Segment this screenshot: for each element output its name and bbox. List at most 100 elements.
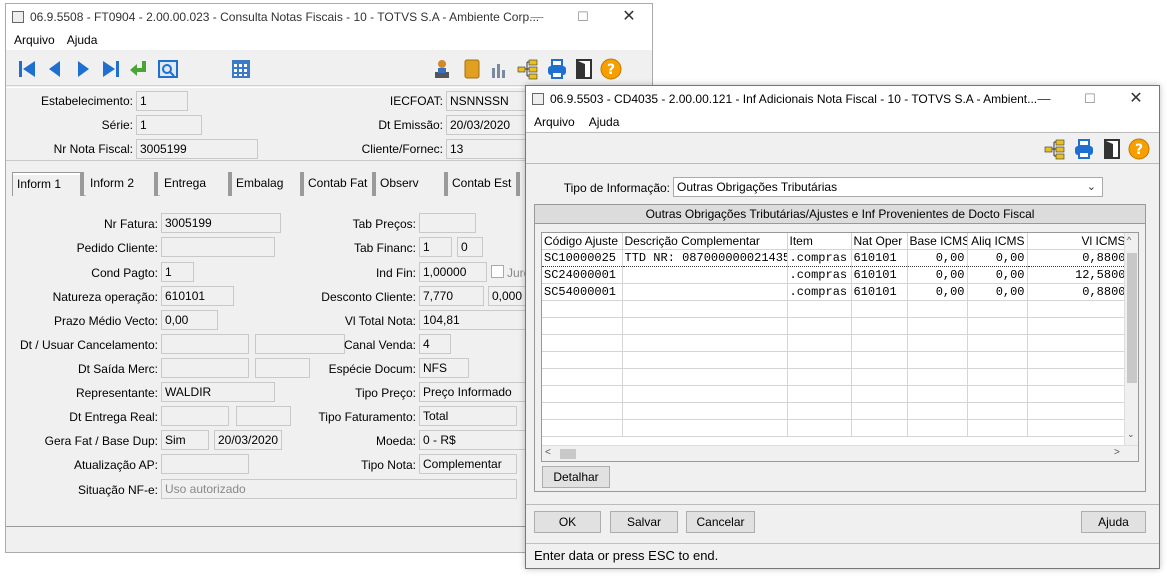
horizontal-scrollbar[interactable]: < > bbox=[542, 445, 1138, 461]
adjustments-grid[interactable]: Código Ajuste Descrição Complementar Ite… bbox=[541, 232, 1139, 462]
juros-checkbox[interactable] bbox=[491, 265, 504, 278]
help-icon[interactable]: ? bbox=[600, 58, 622, 80]
dialog-help-icon[interactable]: ? bbox=[1128, 138, 1150, 160]
table-row[interactable]: SC24000001 .compras 610101 0,00 0,00 12,… bbox=[542, 266, 1129, 284]
ajuda-button[interactable]: Ajuda bbox=[1081, 511, 1146, 533]
close-button[interactable]: ✕ bbox=[606, 4, 652, 30]
tab-precos-field[interactable] bbox=[419, 213, 476, 233]
tab-precos-label: Tab Preços: bbox=[352, 217, 416, 231]
cell-codigo: SC24000001 bbox=[542, 266, 623, 284]
dt-emissao-field[interactable]: 20/03/2020 bbox=[446, 115, 526, 135]
cancelar-button[interactable]: Cancelar bbox=[686, 511, 755, 533]
natureza-field[interactable]: 610101 bbox=[161, 286, 234, 306]
vertical-scrollbar[interactable]: ^ ⌄ bbox=[1124, 233, 1138, 445]
last-record-icon[interactable] bbox=[100, 58, 122, 80]
col-descricao[interactable]: Descrição Complementar bbox=[622, 233, 788, 250]
dialog-menu-ajuda[interactable]: Ajuda bbox=[589, 115, 620, 129]
dialog-close-button[interactable]: ✕ bbox=[1113, 86, 1159, 112]
situacao-field[interactable]: Uso autorizado bbox=[161, 479, 517, 499]
nr-fatura-field[interactable]: 3005199 bbox=[161, 213, 281, 233]
scroll-right-icon[interactable]: > bbox=[1114, 447, 1120, 458]
minimize-button[interactable]: — bbox=[514, 4, 560, 30]
especie-field[interactable]: NFS bbox=[419, 358, 469, 378]
goto-icon[interactable] bbox=[128, 58, 150, 80]
desconto-field[interactable]: 7,770 bbox=[419, 286, 484, 306]
scroll-left-icon[interactable]: < bbox=[545, 447, 551, 458]
col-aliq-icms[interactable]: Aliq ICMS bbox=[967, 233, 1028, 250]
col-nat-oper[interactable]: Nat Oper bbox=[851, 233, 908, 250]
tipo-fat-field[interactable]: Total bbox=[419, 406, 517, 426]
prev-record-icon[interactable] bbox=[44, 58, 66, 80]
tab-inform-2[interactable]: Inform 2 bbox=[86, 172, 158, 196]
pedido-field[interactable] bbox=[161, 237, 275, 257]
col-base-icms[interactable]: Base ICMS bbox=[907, 233, 968, 250]
tab-contab-est[interactable]: Contab Est bbox=[448, 172, 520, 196]
chart-icon[interactable] bbox=[488, 58, 510, 80]
cond-pagto-field[interactable]: 1 bbox=[161, 262, 194, 282]
estabelecimento-field[interactable]: 1 bbox=[136, 91, 188, 111]
cell-descricao bbox=[622, 283, 788, 301]
dialog-minimize-button[interactable]: — bbox=[1021, 86, 1067, 112]
tipo-preco-field[interactable]: Preço Informado bbox=[419, 382, 526, 402]
cliente-field[interactable]: 13 bbox=[446, 139, 526, 159]
report-icon[interactable] bbox=[431, 58, 453, 80]
dialog-menu-arquivo[interactable]: Arquivo bbox=[534, 115, 575, 129]
scroll-down-icon[interactable]: ⌄ bbox=[1127, 429, 1135, 440]
hr-entrega-field[interactable] bbox=[236, 406, 291, 426]
ok-button[interactable]: OK bbox=[534, 511, 601, 533]
serie-field[interactable]: 1 bbox=[136, 115, 202, 135]
col-vl-icms[interactable]: Vl ICMS bbox=[1027, 233, 1129, 250]
tab-contab-fat[interactable]: Contab Fat bbox=[304, 172, 376, 196]
col-item[interactable]: Item bbox=[787, 233, 852, 250]
detalhar-button[interactable]: Detalhar bbox=[542, 466, 610, 488]
atualizacao-label: Atualização AP: bbox=[73, 458, 158, 472]
maximize-button[interactable]: ☐ bbox=[560, 4, 606, 30]
dt-saida-field[interactable] bbox=[161, 358, 249, 378]
col-codigo-ajuste[interactable]: Código Ajuste bbox=[542, 233, 623, 250]
canal-field[interactable]: 4 bbox=[419, 334, 451, 354]
print-icon[interactable] bbox=[546, 58, 568, 80]
tipo-nota-field[interactable]: Complementar bbox=[419, 454, 517, 474]
tab-observ[interactable]: Observ bbox=[376, 172, 448, 196]
vl-total-field[interactable]: 104,81 bbox=[419, 310, 526, 330]
table-row[interactable]: SC54000001 .compras 610101 0,00 0,00 0,8… bbox=[542, 283, 1129, 301]
moeda-field[interactable]: 0 - R$ bbox=[419, 430, 526, 450]
tab-embalag[interactable]: Embalag bbox=[232, 172, 304, 196]
tab-inform-1[interactable]: Inform 1 bbox=[12, 172, 84, 196]
iecfoat-field[interactable]: NSNNSSN bbox=[446, 91, 526, 111]
first-record-icon[interactable] bbox=[16, 58, 38, 80]
tab-financ-field-2[interactable]: 0 bbox=[457, 237, 483, 257]
search-icon[interactable] bbox=[157, 58, 179, 80]
tab-entrega[interactable]: Entrega bbox=[160, 172, 232, 196]
table-row[interactable]: SC10000025 TTD NR: 087000000021435 .comp… bbox=[542, 248, 1129, 267]
hr-saida-field[interactable] bbox=[255, 358, 310, 378]
desconto-field-2[interactable]: 0,000 bbox=[488, 286, 526, 306]
next-record-icon[interactable] bbox=[72, 58, 94, 80]
menu-arquivo[interactable]: Arquivo bbox=[14, 33, 55, 47]
tipo-fat-label: Tipo Faturamento: bbox=[318, 410, 416, 424]
ind-fin-field[interactable]: 1,00000 bbox=[419, 262, 487, 282]
dialog-exit-icon[interactable] bbox=[1101, 138, 1123, 160]
salvar-button[interactable]: Salvar bbox=[610, 511, 678, 533]
tipo-info-select[interactable]: Outras Obrigações Tributárias ⌄ bbox=[673, 177, 1103, 197]
prazo-field[interactable]: 0,00 bbox=[161, 310, 218, 330]
scroll-up-icon[interactable]: ^ bbox=[1127, 235, 1131, 245]
exit-icon[interactable] bbox=[573, 58, 595, 80]
menu-ajuda[interactable]: Ajuda bbox=[67, 33, 98, 47]
base-dup-field[interactable]: 20/03/2020 bbox=[214, 430, 282, 450]
dialog-maximize-button[interactable]: ☐ bbox=[1067, 86, 1113, 112]
dt-cancel-field[interactable] bbox=[161, 334, 249, 354]
atualizacao-field[interactable] bbox=[161, 454, 249, 474]
vertical-scroll-thumb[interactable] bbox=[1127, 253, 1137, 383]
horizontal-scroll-thumb[interactable] bbox=[560, 449, 576, 459]
nr-nota-field[interactable]: 3005199 bbox=[136, 139, 258, 159]
dialog-tree-icon[interactable] bbox=[1044, 138, 1066, 160]
book-icon[interactable] bbox=[461, 58, 483, 80]
calendar-icon[interactable] bbox=[230, 58, 252, 80]
dt-entrega-field[interactable] bbox=[161, 406, 229, 426]
dialog-print-icon[interactable] bbox=[1073, 138, 1095, 160]
tab-financ-field[interactable]: 1 bbox=[419, 237, 452, 257]
representante-field[interactable]: WALDIR bbox=[161, 382, 275, 402]
gera-fat-field[interactable]: Sim bbox=[161, 430, 209, 450]
tree-icon[interactable] bbox=[517, 58, 539, 80]
